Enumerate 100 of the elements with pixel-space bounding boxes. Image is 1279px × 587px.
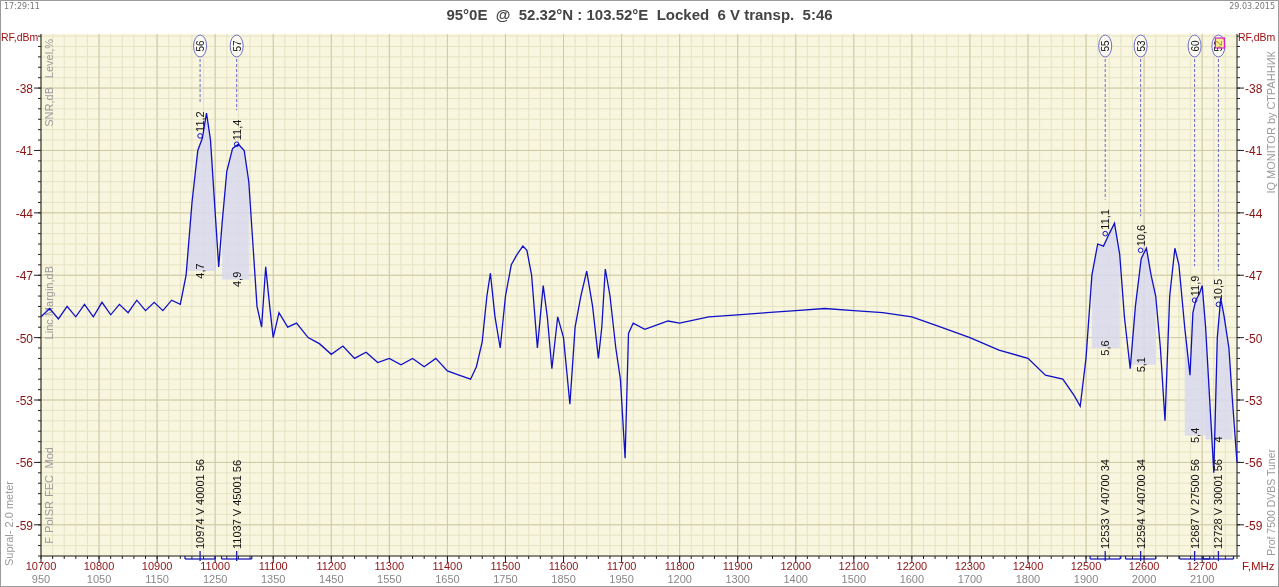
tuner-label: Prof 7500 DVBS Tuner <box>1265 449 1277 556</box>
y-tick-label: -41 <box>15 144 33 159</box>
x-tick-label: 12600 <box>1128 560 1160 572</box>
clock-time: 17:29:11 <box>3 1 41 12</box>
if-tick-label: 1950 <box>609 573 634 585</box>
if-tick-label: 1050 <box>86 573 112 585</box>
transponder-info: 12687 V 27500 56 <box>1188 459 1201 549</box>
y-tick-label: -41 <box>1245 144 1263 159</box>
side-label: Mod <box>43 447 55 469</box>
side-label: SNR,dB <box>43 87 55 127</box>
side-label: Linc Margin,dB <box>43 266 55 340</box>
transponder-badge[interactable]: 57 <box>229 34 244 58</box>
x-tick-label: 11600 <box>548 560 579 572</box>
x-tick-label: 12400 <box>1012 560 1044 572</box>
if-tick-label: 1900 <box>1073 573 1099 585</box>
x-tick-label: 11100 <box>258 560 288 572</box>
snr-value: 10,5 <box>1212 278 1225 301</box>
if-tick-label: 1250 <box>202 573 228 585</box>
bandwidth-bracket <box>220 550 253 562</box>
leader-line <box>236 58 238 111</box>
y-tick-label: -56 <box>1245 456 1263 471</box>
transponder-info: 11037 V 45001 56 <box>230 459 243 549</box>
snr-value: 11,9 <box>1188 275 1201 297</box>
x-tick-label: 11200 <box>316 560 347 572</box>
margin-value: 4,7 <box>194 263 207 279</box>
bandwidth-bracket <box>1202 550 1235 562</box>
y-tick-label: -38 <box>15 82 33 97</box>
y-tick-label: -50 <box>15 331 33 346</box>
x-tick-label: 11400 <box>432 560 463 572</box>
y-axis-title: RF,dBm <box>1238 31 1276 43</box>
status-title: 95°0E @ 52.32°N : 103.52°E Locked 6 V transp. 5:46 <box>446 5 833 23</box>
if-tick-label: 1800 <box>1015 573 1041 585</box>
x-tick-label: 12300 <box>954 560 986 572</box>
bandwidth-bracket <box>184 550 216 562</box>
leader-line <box>199 58 201 103</box>
peak-marker <box>1215 301 1222 308</box>
transponder-badge[interactable]: 60 <box>1187 34 1202 58</box>
if-tick-label: 950 <box>31 573 51 585</box>
x-tick-label: 10700 <box>25 560 57 572</box>
peak-marker <box>1102 230 1108 237</box>
transponder-info: 10974 V 40001 56 <box>194 459 207 549</box>
peak-marker <box>233 141 240 147</box>
margin-value: 5,1 <box>1134 357 1147 373</box>
lnb-label: Supral- 2.0 meter <box>3 481 15 566</box>
snr-value: 11,4 <box>230 119 243 141</box>
side-label: FEC <box>43 475 55 497</box>
if-tick-label: 2100 <box>1189 573 1215 585</box>
if-tick-label: 1350 <box>261 573 286 585</box>
transponder-badge[interactable]: 56 <box>193 34 208 58</box>
x-tick-label: 11700 <box>606 560 637 572</box>
if-tick-label: 1700 <box>957 573 983 585</box>
y-tick-label: -38 <box>1245 82 1263 97</box>
x-tick-label: 11900 <box>722 560 753 572</box>
y-tick-label: -47 <box>15 269 33 284</box>
y-tick-label: -59 <box>15 518 33 533</box>
snr-value: 11,2 <box>194 111 207 132</box>
x-tick-label: 12500 <box>1070 560 1102 572</box>
side-label: SR <box>43 501 55 517</box>
if-tick-label: 2000 <box>1131 573 1157 585</box>
if-tick-label: 1550 <box>377 573 402 585</box>
transponder-info: 12533 V 40700 34 <box>1099 459 1112 549</box>
x-tick-label: 12100 <box>838 560 870 572</box>
x-tick-label: 12700 <box>1186 560 1218 572</box>
brand-label: IQ MONITOR by СТРАННИК <box>1265 51 1277 194</box>
transponder-info: 12594 V 40700 34 <box>1134 459 1147 549</box>
margin-value: 5,4 <box>1188 427 1201 444</box>
bandwidth-bracket <box>1124 550 1157 562</box>
y-tick-label: -44 <box>1245 206 1263 221</box>
x-tick-label: 10900 <box>141 560 173 572</box>
if-tick-label: 1600 <box>899 573 925 585</box>
x-tick-label: 11500 <box>490 560 521 572</box>
y-tick-label: -59 <box>1245 518 1263 533</box>
y-tick-label: -53 <box>15 394 33 408</box>
x-tick-label: 12000 <box>780 560 812 572</box>
if-tick-label: 1400 <box>783 573 808 585</box>
side-label: Level,% <box>43 39 55 79</box>
transponder-badge[interactable]: 55 <box>1098 34 1113 58</box>
if-tick-label: 1750 <box>493 573 518 585</box>
if-tick-label: 1200 <box>667 573 692 585</box>
y-tick-label: -50 <box>1245 331 1263 346</box>
if-tick-label: 1150 <box>145 573 169 585</box>
x-axis-title: F,MHz <box>1242 560 1275 572</box>
x-tick-label: 12200 <box>896 560 928 572</box>
flag-marker-icon <box>1214 37 1225 49</box>
if-tick-label: 1650 <box>435 573 460 585</box>
peak-marker <box>1191 297 1198 303</box>
if-tick-label: 1450 <box>319 573 344 585</box>
peak-marker <box>1137 247 1144 254</box>
transponder-badge[interactable]: 53 <box>1133 34 1148 58</box>
x-tick-label: 11000 <box>200 560 231 572</box>
if-tick-label: 1300 <box>725 573 750 585</box>
x-tick-label: 10800 <box>83 560 115 572</box>
if-tick-label: 1500 <box>841 573 867 585</box>
bandwidth-bracket <box>1178 550 1211 562</box>
margin-value: 5,6 <box>1099 340 1112 356</box>
side-label: Pol <box>43 517 55 533</box>
margin-value: 4 <box>1212 436 1225 443</box>
peak-marker <box>197 133 203 139</box>
y-tick-label: -47 <box>1245 269 1263 284</box>
transponder-info: 12728 V 30001 56 <box>1212 459 1225 549</box>
